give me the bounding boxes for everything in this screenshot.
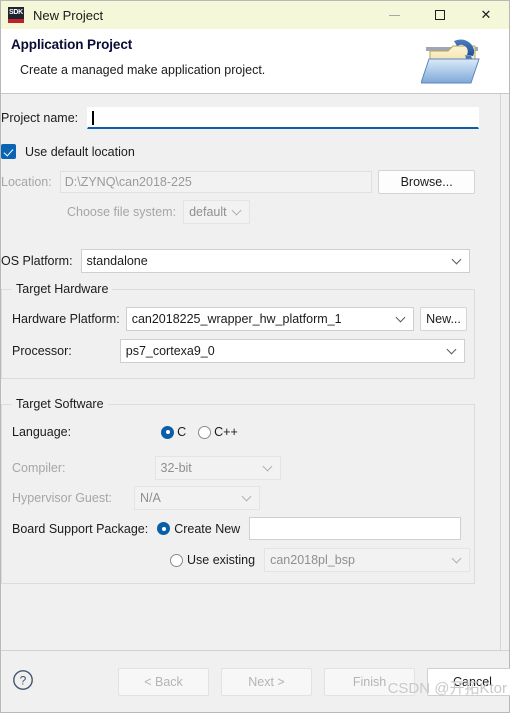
bsp-create-new-radio[interactable]: Create New [157,522,240,536]
compiler-combo[interactable]: 32-bit [154,456,281,480]
browse-button[interactable]: Browse... [378,170,475,194]
file-system-row: Choose file system: default [67,200,251,224]
project-name-input[interactable] [87,107,480,129]
os-platform-combo[interactable]: standalone [80,249,470,273]
location-input[interactable]: D:\ZYNQ\can2018-225 [59,171,373,193]
chevron-down-icon [453,258,461,263]
c-project-folder-icon [421,39,480,84]
file-system-value: default [189,205,227,219]
svg-text:?: ? [20,674,27,688]
project-name-label: Project name: [1,111,79,125]
os-platform-row: OS Platform: standalone [1,249,470,273]
processor-combo[interactable]: ps7_cortexa9_0 [119,339,465,363]
radio-use-existing-indicator [170,553,183,567]
processor-value: ps7_cortexa9_0 [125,344,215,358]
bsp-use-existing-value: can2018pl_bsp [270,553,355,567]
target-hardware-group: Target Hardware Hardware Platform: can20… [1,282,475,379]
use-default-location-checkbox[interactable] [1,144,16,159]
use-default-location-row[interactable]: Use default location [1,144,135,159]
target-hardware-group-title: Target Hardware [12,282,113,296]
bsp-use-existing-radio[interactable]: Use existing [170,553,255,567]
hardware-platform-label: Hardware Platform: [12,312,120,326]
minimize-icon[interactable] [371,1,417,29]
sdk-app-icon: SDK [8,7,24,23]
hardware-platform-combo[interactable]: can2018225_wrapper_hw_platform_1 [125,307,414,331]
close-icon[interactable]: ✕ [463,1,509,29]
hypervisor-guest-label: Hypervisor Guest: [12,491,113,505]
next-button[interactable]: Next > [221,668,312,696]
target-software-group-title: Target Software [12,397,108,411]
bsp-create-new-row: Board Support Package: Create New [12,517,467,540]
target-software-group: Target Software Language: C C++ Compiler… [1,397,475,584]
dialog-body: Project name: Use default location Locat… [1,94,509,650]
location-label: Location: [1,175,52,189]
finish-button[interactable]: Finish [324,668,415,696]
os-platform-label: OS Platform: [1,254,73,268]
radio-c-label: C [177,425,187,439]
chevron-down-icon [233,209,241,214]
hypervisor-guest-combo[interactable]: N/A [134,486,261,510]
hardware-platform-row: Hardware Platform: can2018225_wrapper_hw… [12,307,467,331]
use-default-location-label: Use default location [25,144,135,159]
radio-create-new-indicator [157,522,171,535]
text-caret [92,110,95,125]
chevron-down-icon [453,557,461,562]
window-title: New Project [33,7,104,23]
radio-cpp-indicator [198,425,212,439]
location-value: D:\ZYNQ\can2018-225 [64,175,192,189]
file-system-label: Choose file system: [67,205,177,219]
processor-label: Processor: [12,344,72,358]
back-button[interactable]: < Back [118,668,209,696]
language-label: Language: [12,425,72,439]
file-system-combo[interactable]: default [183,200,251,224]
location-row: Location: D:\ZYNQ\can2018-225 Browse... [1,170,475,194]
dialog-footer: ? < Back Next > Finish Cancel CSDN @开拓Kt… [1,650,510,712]
compiler-value: 32-bit [160,461,192,475]
wizard-buttons: < Back Next > Finish Cancel [118,668,510,696]
chevron-down-icon [264,465,272,470]
hypervisor-guest-row: Hypervisor Guest: N/A [12,486,467,510]
processor-row: Processor: ps7_cortexa9_0 [12,339,467,363]
new-project-dialog: SDK New Project ✕ Application Project Cr… [0,0,510,713]
compiler-label: Compiler: [12,461,66,475]
hypervisor-guest-value: N/A [140,491,161,505]
body-right-edge [500,94,509,650]
chevron-down-icon [448,348,456,353]
title-bar: SDK New Project ✕ [1,1,509,29]
window-controls: ✕ [371,1,509,29]
bsp-label: Board Support Package: [12,521,149,536]
os-platform-value: standalone [86,254,148,268]
compiler-row: Compiler: 32-bit [12,456,467,480]
language-radio-c[interactable]: C [161,425,186,439]
project-name-row: Project name: [1,107,480,129]
bsp-use-existing-label: Use existing [187,553,256,567]
hardware-platform-value: can2018225_wrapper_hw_platform_1 [131,312,342,326]
bsp-create-new-input[interactable] [249,517,462,540]
cancel-button[interactable]: Cancel [427,668,510,696]
bsp-use-existing-row: Use existing can2018pl_bsp [170,548,470,572]
chevron-down-icon [397,316,405,321]
chevron-down-icon [243,495,251,500]
help-icon[interactable]: ? [12,669,34,691]
radio-c-indicator [161,425,175,439]
language-row: Language: C C++ [12,425,467,439]
radio-cpp-label: C++ [214,425,238,439]
bsp-create-new-label: Create New [174,521,241,536]
language-radio-cpp[interactable]: C++ [198,425,238,439]
maximize-icon[interactable] [417,1,463,29]
new-hardware-platform-button[interactable]: New... [420,307,467,331]
dialog-header: Application Project Create a managed mak… [1,29,509,94]
bsp-use-existing-combo[interactable]: can2018pl_bsp [264,548,470,572]
